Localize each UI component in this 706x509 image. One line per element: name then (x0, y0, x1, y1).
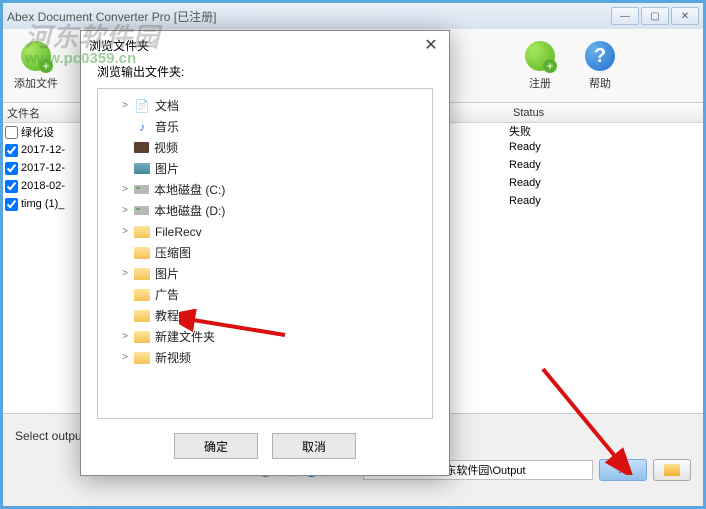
folder-icon (134, 331, 150, 343)
col-filename[interactable]: 文件名 (3, 105, 81, 121)
tree-item[interactable]: > 新建文件夹 (100, 326, 430, 347)
file-status: Ready (509, 159, 541, 171)
expand-icon[interactable]: > (118, 268, 132, 279)
minimize-button[interactable]: — (611, 7, 639, 25)
tree-item[interactable]: > 图片 (100, 263, 430, 284)
file-checkbox[interactable] (5, 126, 18, 139)
file-name: 绿化设 (21, 124, 89, 140)
tree-item[interactable]: 音乐 (100, 116, 430, 137)
folder-icon (134, 226, 150, 238)
tree-label: 文档 (155, 97, 179, 114)
maximize-button[interactable]: ▢ (641, 7, 669, 25)
dialog-titlebar: 浏览文件夹 ✕ (81, 31, 449, 59)
mus-icon (134, 120, 150, 134)
col-status[interactable]: Status (467, 107, 687, 119)
tree-item[interactable]: 视频 (100, 137, 430, 158)
drv-icon (134, 206, 149, 215)
file-checkbox[interactable] (5, 144, 18, 157)
file-status: 失败 (509, 123, 531, 139)
dialog-buttons: 确定 取消 (81, 419, 449, 475)
browse-button[interactable]: ... (599, 459, 647, 481)
window-title: Abex Document Converter Pro [已注册] (7, 8, 611, 25)
tree-label: 图片 (155, 265, 179, 282)
ok-button[interactable]: 确定 (174, 433, 258, 459)
tree-label: 音乐 (155, 118, 179, 135)
register-button[interactable]: 注册 (515, 41, 565, 91)
tree-label: 视频 (154, 139, 178, 156)
browse-folder-dialog: 浏览文件夹 ✕ 浏览输出文件夹: > 文档音乐视频图片 > 本地磁盘 (C:) > 本地磁… (80, 30, 450, 476)
tree-item[interactable]: > 本地磁盘 (C:) (100, 179, 430, 200)
expand-icon[interactable]: > (118, 352, 132, 363)
folder-icon (134, 352, 150, 364)
folder-icon (134, 268, 150, 280)
expand-icon[interactable]: > (118, 184, 132, 195)
file-checkbox[interactable] (5, 198, 18, 211)
file-status: Ready (509, 195, 541, 207)
file-status: Ready (509, 141, 541, 153)
tree-item[interactable]: > 本地磁盘 (D:) (100, 200, 430, 221)
help-button[interactable]: ? 帮助 (575, 41, 625, 91)
dialog-title: 浏览文件夹 (89, 37, 421, 54)
folder-tree[interactable]: > 文档音乐视频图片 > 本地磁盘 (C:) > 本地磁盘 (D:) > FileRecv 压缩… (97, 88, 433, 419)
expand-icon[interactable]: > (118, 205, 132, 216)
drv-icon (134, 185, 149, 194)
tree-label: FileRecv (155, 225, 202, 239)
tree-label: 本地磁盘 (C:) (154, 181, 225, 198)
folder-icon (134, 289, 150, 301)
help-icon: ? (585, 41, 615, 71)
dialog-close-button[interactable]: ✕ (421, 35, 441, 55)
file-name: 2018-02- (21, 180, 89, 192)
select-output-label: Select outpu (15, 429, 82, 443)
tree-label: 压缩图 (155, 244, 191, 261)
tree-item[interactable]: > 文档 (100, 95, 430, 116)
open-folder-button[interactable] (653, 459, 691, 481)
file-status: Ready (509, 177, 541, 189)
tree-item[interactable]: 教程 (100, 305, 430, 326)
pic-icon (134, 163, 150, 174)
folder-icon (134, 247, 150, 259)
tree-item[interactable]: > 新视频 (100, 347, 430, 368)
file-name: 2017-12- (21, 162, 89, 174)
close-button[interactable]: ✕ (671, 7, 699, 25)
tree-label: 教程 (155, 307, 179, 324)
file-name: timg (1)_ (21, 198, 89, 210)
add-file-label: 添加文件 (14, 75, 58, 91)
cancel-button[interactable]: 取消 (272, 433, 356, 459)
titlebar: Abex Document Converter Pro [已注册] — ▢ ✕ (3, 3, 703, 29)
tree-item[interactable]: 压缩图 (100, 242, 430, 263)
expand-icon[interactable]: > (118, 226, 132, 237)
file-checkbox[interactable] (5, 162, 18, 175)
add-icon (21, 41, 51, 71)
file-name: 2017-12- (21, 144, 89, 156)
register-icon (525, 41, 555, 71)
doc-icon (134, 99, 150, 113)
expand-icon[interactable]: > (118, 100, 132, 111)
dialog-label: 浏览输出文件夹: (81, 59, 449, 88)
expand-icon[interactable]: > (118, 331, 132, 342)
tree-item[interactable]: 图片 (100, 158, 430, 179)
help-label: 帮助 (589, 75, 611, 91)
tree-label: 新视频 (155, 349, 191, 366)
tree-label: 图片 (155, 160, 179, 177)
vid-icon (134, 142, 149, 153)
tree-label: 广告 (155, 286, 179, 303)
tree-item[interactable]: > FileRecv (100, 221, 430, 242)
tree-label: 新建文件夹 (155, 328, 215, 345)
register-label: 注册 (529, 75, 551, 91)
folder-icon (134, 310, 150, 322)
window-buttons: — ▢ ✕ (611, 7, 699, 25)
folder-icon (664, 464, 680, 476)
add-file-button[interactable]: 添加文件 (11, 41, 61, 91)
tree-item[interactable]: 广告 (100, 284, 430, 305)
tree-label: 本地磁盘 (D:) (154, 202, 225, 219)
file-checkbox[interactable] (5, 180, 18, 193)
